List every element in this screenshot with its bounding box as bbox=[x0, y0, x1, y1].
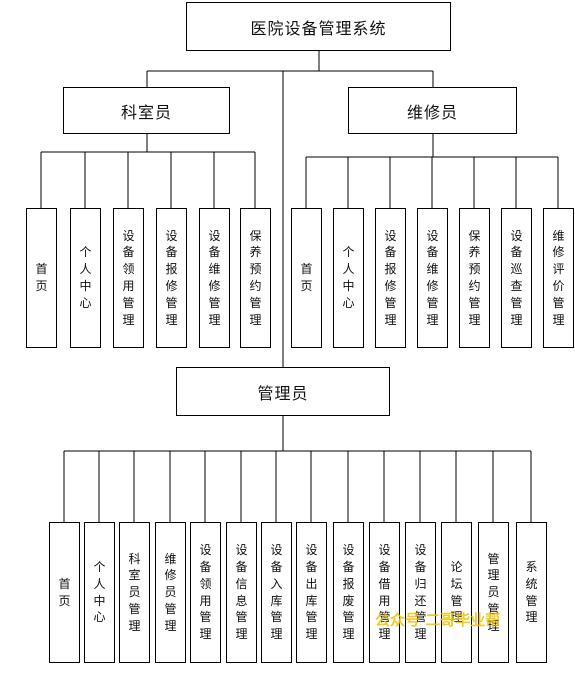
group-node-keshiyuan: 科室员 bbox=[63, 87, 230, 134]
leaf-weixiuyuan-6: 维修评价管理 bbox=[543, 208, 574, 348]
leaf-keshiyuan-1: 个人中心 bbox=[70, 208, 101, 348]
leaf-keshiyuan-5-label: 保养预约管理 bbox=[249, 228, 262, 327]
leaf-weixiuyuan-4-label: 保养预约管理 bbox=[468, 228, 481, 327]
leaf-guanliyuan-3-label: 维修员管理 bbox=[164, 551, 177, 633]
leaf-guanliyuan-1: 个人中心 bbox=[84, 522, 115, 663]
leaf-keshiyuan-0-label: 首页 bbox=[35, 262, 48, 293]
leaf-weixiuyuan-3-label: 设备维修管理 bbox=[426, 228, 439, 327]
leaf-weixiuyuan-1: 个人中心 bbox=[333, 208, 364, 348]
leaf-keshiyuan-0: 首页 bbox=[26, 208, 57, 348]
leaf-guanliyuan-2: 科室员管理 bbox=[119, 522, 150, 663]
leaf-keshiyuan-3-label: 设备报修管理 bbox=[165, 228, 178, 327]
leaf-guanliyuan-10: 设备归还管理 bbox=[405, 522, 436, 663]
leaf-guanliyuan-13-label: 系统管理 bbox=[525, 559, 538, 625]
leaf-weixiuyuan-6-label: 维修评价管理 bbox=[552, 228, 565, 327]
leaf-keshiyuan-4: 设备维修管理 bbox=[199, 208, 230, 348]
leaf-guanliyuan-0: 首页 bbox=[49, 522, 80, 663]
root-node: 医院设备管理系统 bbox=[186, 2, 451, 51]
leaf-guanliyuan-7: 设备出库管理 bbox=[296, 522, 327, 663]
leaf-keshiyuan-3: 设备报修管理 bbox=[156, 208, 187, 348]
leaf-keshiyuan-2: 设备领用管理 bbox=[113, 208, 144, 348]
leaf-guanliyuan-6: 设备入库管理 bbox=[261, 522, 292, 663]
leaf-weixiuyuan-2: 设备报修管理 bbox=[375, 208, 406, 348]
leaf-guanliyuan-4: 设备领用管理 bbox=[190, 522, 221, 663]
system-structure-diagram: 医院设备管理系统 科室员 首页 个人中心 设备领用管理 设备报修管理 设备维修管理 保养预约管… bbox=[0, 0, 575, 678]
leaf-weixiuyuan-1-label: 个人中心 bbox=[342, 245, 355, 310]
leaf-guanliyuan-0-label: 首页 bbox=[58, 576, 71, 608]
leaf-guanliyuan-5-label: 设备信息管理 bbox=[235, 543, 248, 642]
leaf-guanliyuan-8: 设备报废管理 bbox=[333, 522, 364, 663]
leaf-keshiyuan-1-label: 个人中心 bbox=[79, 245, 92, 310]
leaf-guanliyuan-13: 系统管理 bbox=[516, 522, 547, 663]
leaf-guanliyuan-2-label: 科室员管理 bbox=[128, 551, 141, 633]
leaf-guanliyuan-6-label: 设备入库管理 bbox=[270, 543, 283, 642]
leaf-weixiuyuan-2-label: 设备报修管理 bbox=[384, 228, 397, 327]
leaf-weixiuyuan-5: 设备巡查管理 bbox=[501, 208, 532, 348]
leaf-keshiyuan-2-label: 设备领用管理 bbox=[122, 228, 135, 327]
leaf-weixiuyuan-5-label: 设备巡查管理 bbox=[510, 228, 523, 327]
leaf-guanliyuan-8-label: 设备报废管理 bbox=[342, 543, 355, 642]
group-node-guanliyuan: 管理员 bbox=[176, 367, 390, 416]
leaf-weixiuyuan-4: 保养预约管理 bbox=[459, 208, 490, 348]
watermark-text: 公众号 二哥毕业帮 bbox=[375, 611, 501, 629]
leaf-weixiuyuan-0-label: 首页 bbox=[300, 262, 313, 293]
leaf-weixiuyuan-3: 设备维修管理 bbox=[417, 208, 448, 348]
leaf-guanliyuan-3: 维修员管理 bbox=[155, 522, 186, 663]
leaf-guanliyuan-9: 设备借用管理 bbox=[369, 522, 400, 663]
leaf-keshiyuan-4-label: 设备维修管理 bbox=[208, 228, 221, 327]
group-node-weixiuyuan: 维修员 bbox=[348, 87, 517, 134]
leaf-guanliyuan-4-label: 设备领用管理 bbox=[199, 543, 212, 642]
leaf-weixiuyuan-0: 首页 bbox=[291, 208, 322, 348]
leaf-guanliyuan-12: 管理员管理 bbox=[478, 522, 509, 663]
leaf-guanliyuan-11: 论坛管理 bbox=[441, 522, 472, 663]
leaf-guanliyuan-5: 设备信息管理 bbox=[226, 522, 257, 663]
leaf-guanliyuan-7-label: 设备出库管理 bbox=[305, 543, 318, 642]
leaf-keshiyuan-5: 保养预约管理 bbox=[240, 208, 271, 348]
leaf-guanliyuan-1-label: 个人中心 bbox=[93, 559, 106, 625]
